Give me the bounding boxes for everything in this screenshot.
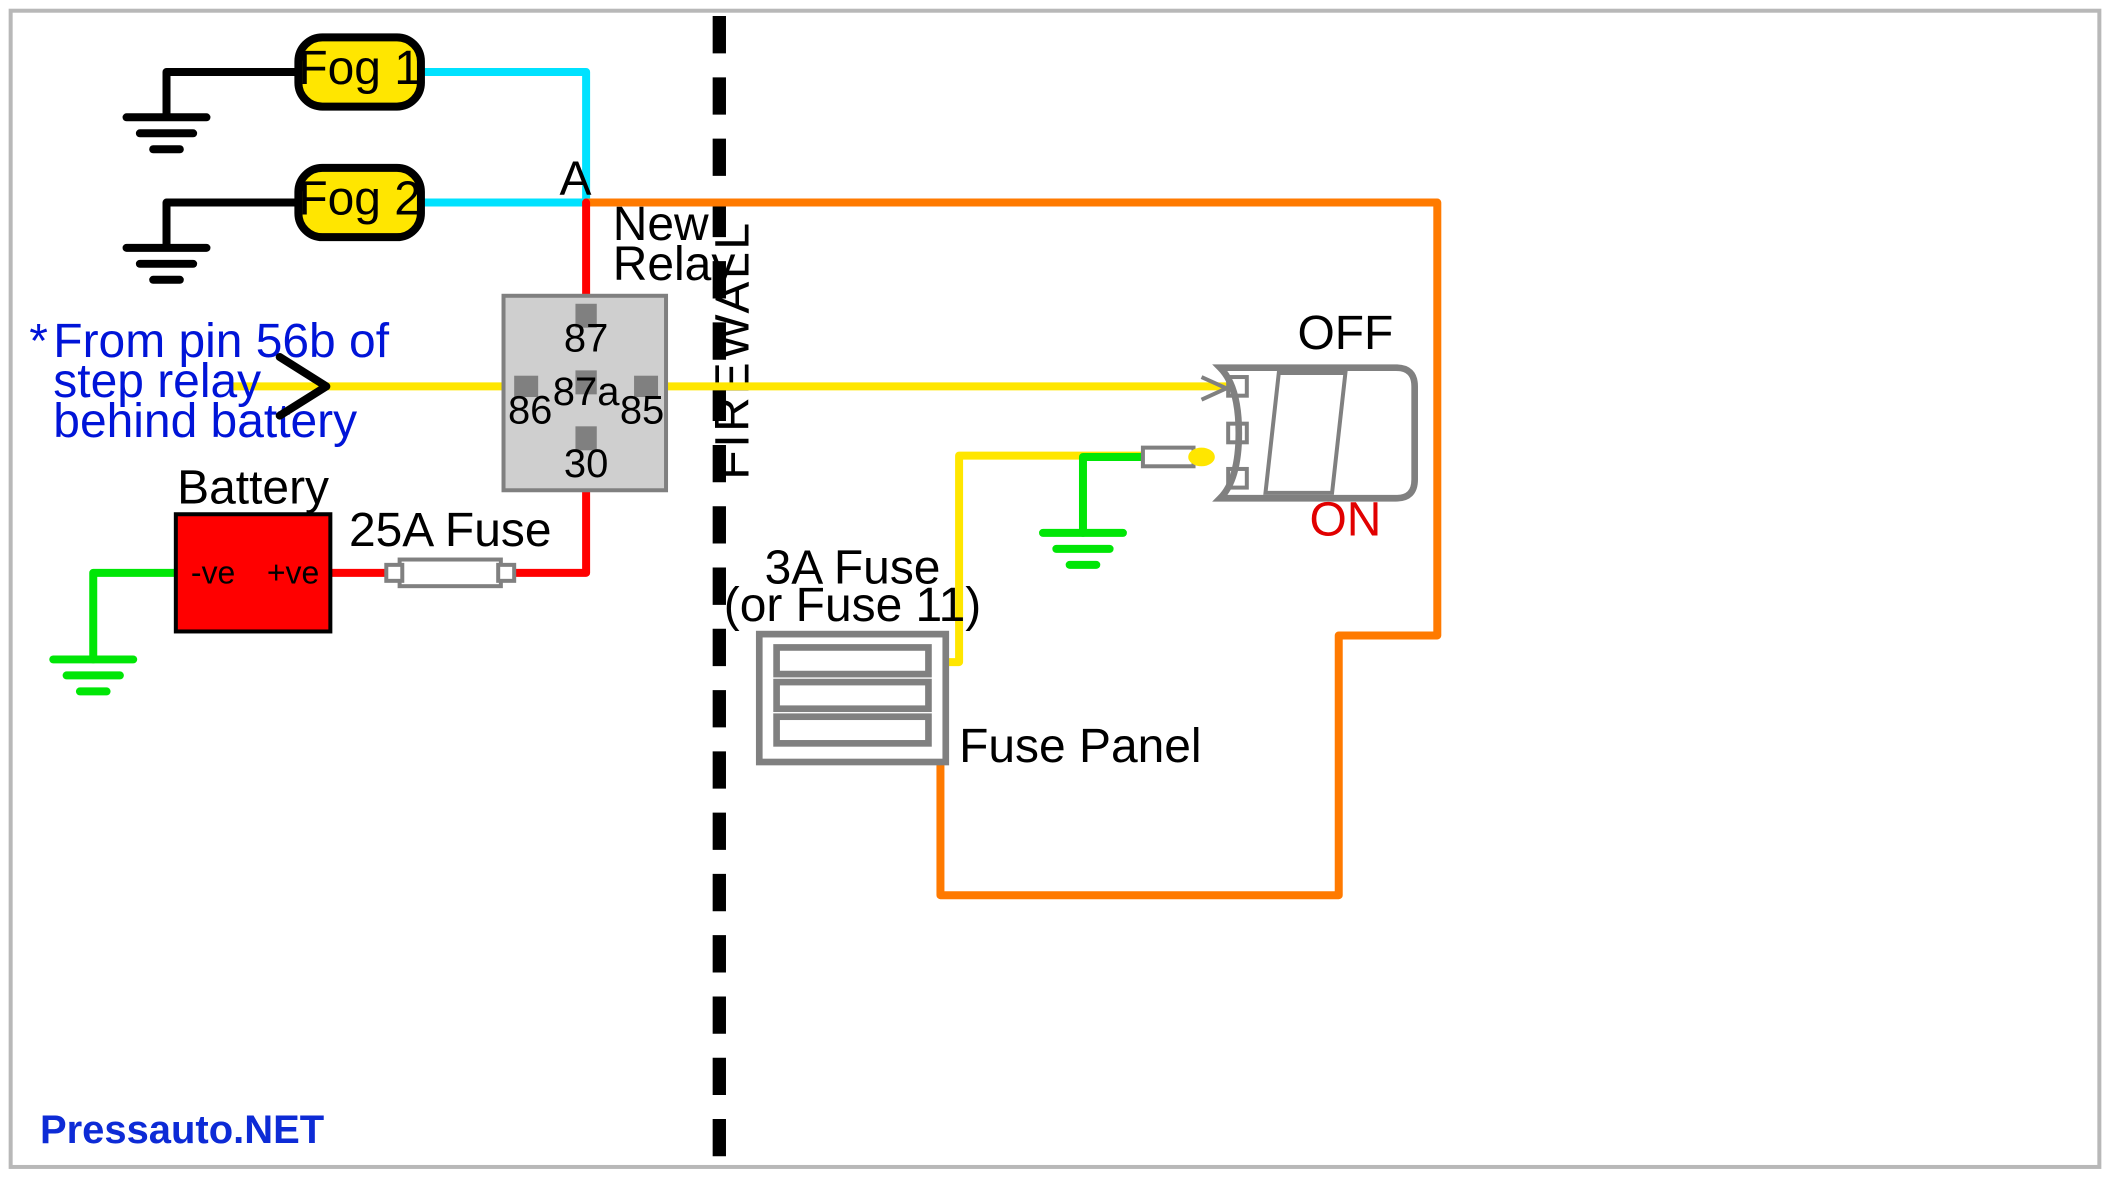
ground-icon-battery bbox=[53, 659, 133, 691]
watermark: Pressauto.NET bbox=[40, 1108, 324, 1152]
battery-pos: +ve bbox=[267, 555, 319, 591]
ground-icon-fog1 bbox=[127, 117, 207, 149]
relay-pin87a-label: 87a bbox=[553, 370, 620, 414]
relay-pin86-label: 86 bbox=[508, 389, 552, 433]
relay-title-2: Relay bbox=[613, 238, 736, 291]
battery-title: Battery bbox=[177, 462, 329, 515]
note-line3: behind battery bbox=[53, 395, 357, 448]
fuse-panel bbox=[759, 634, 945, 762]
fuse-25a bbox=[386, 560, 514, 587]
switch-off-label: OFF bbox=[1297, 307, 1393, 360]
relay-pin87-label: 87 bbox=[564, 317, 608, 361]
wire-fog1-gnd bbox=[167, 72, 299, 117]
relay-pin30-label: 30 bbox=[564, 442, 608, 486]
fuse-panel-caption: Fuse Panel bbox=[959, 720, 1201, 773]
fuse25-label: 25A Fuse bbox=[349, 504, 552, 557]
battery-neg: -ve bbox=[191, 555, 235, 591]
wire-fog2-gnd bbox=[167, 203, 299, 248]
ground-icon-switch bbox=[1043, 533, 1123, 565]
fuse3-line2: (or Fuse 11) bbox=[724, 579, 982, 632]
switch-on-label: ON bbox=[1309, 494, 1381, 547]
wire-green-switch-gnd bbox=[1083, 457, 1156, 533]
fog2-label: Fog 2 bbox=[298, 173, 421, 226]
wire-green-batt-gnd bbox=[93, 573, 176, 660]
relay-pin85-label: 85 bbox=[620, 389, 664, 433]
ground-icon-fog2 bbox=[127, 248, 207, 280]
fog1-label: Fog 1 bbox=[298, 42, 421, 95]
node-a-label: A bbox=[559, 153, 591, 206]
note-asterisk: * bbox=[29, 315, 48, 368]
